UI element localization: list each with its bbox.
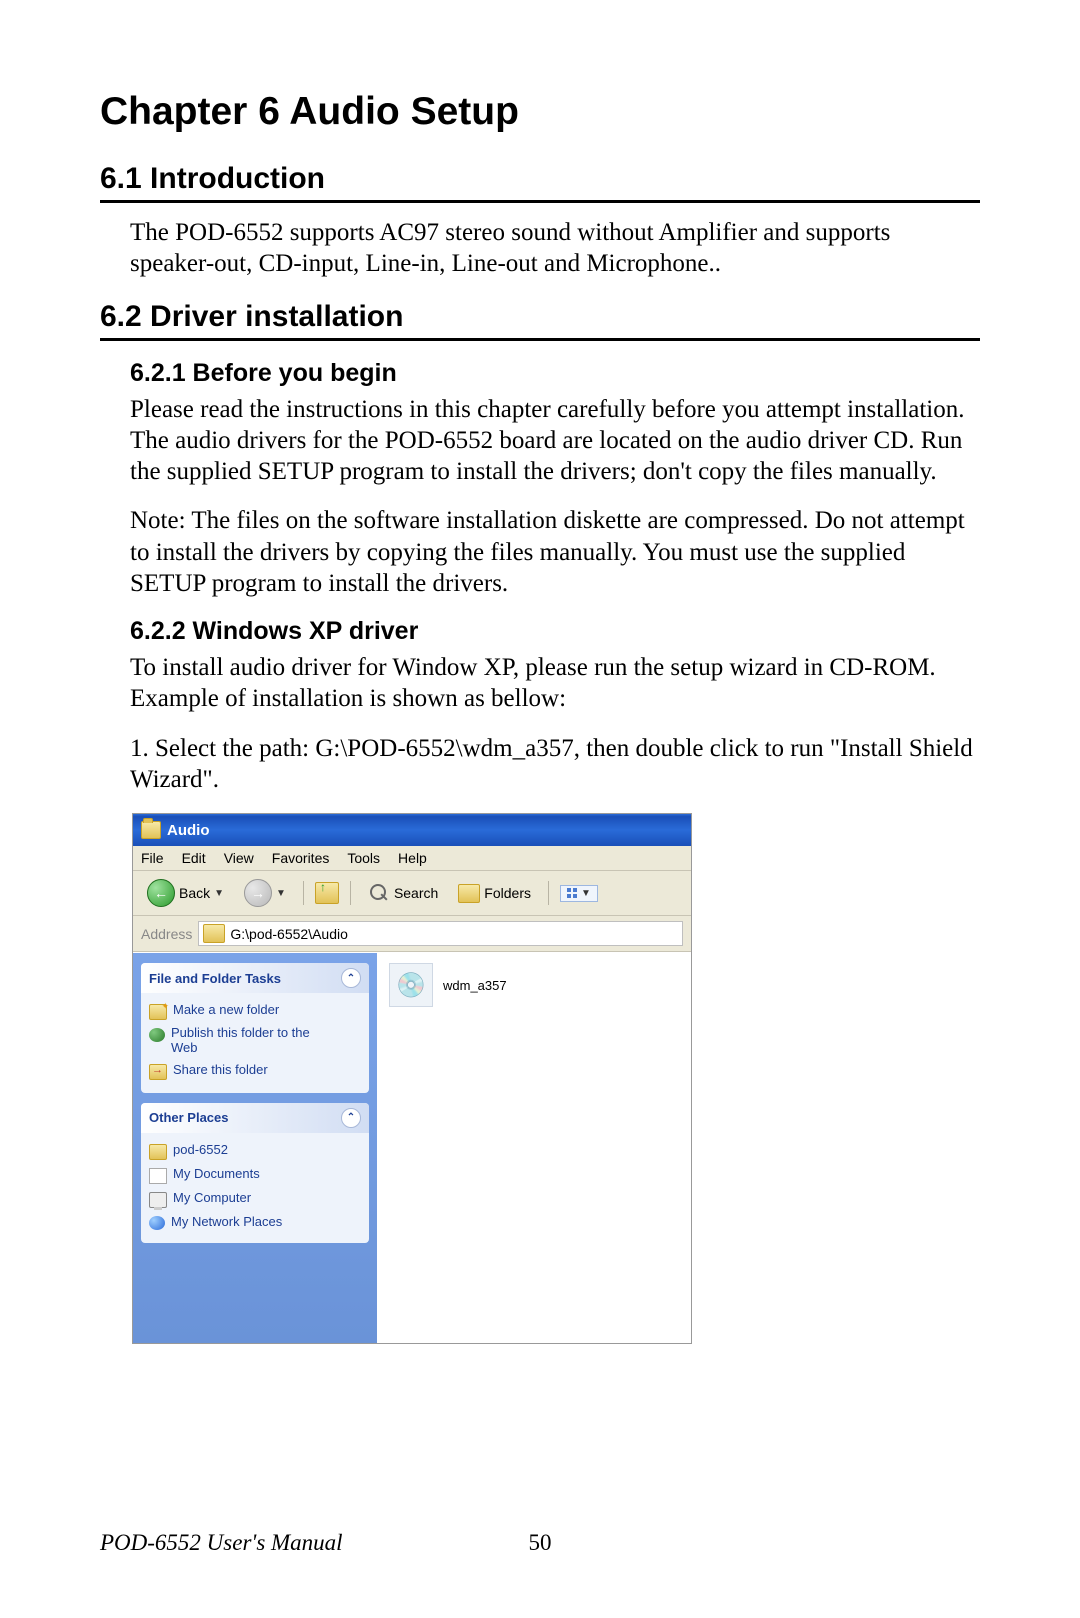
section-6-2-heading: 6.2 Driver installation: [100, 300, 980, 341]
place-my-computer[interactable]: My Computer: [149, 1187, 361, 1211]
chapter-title: Chapter 6 Audio Setup: [100, 90, 980, 134]
forward-arrow-icon: →: [244, 879, 272, 907]
forward-button[interactable]: → ▼: [238, 877, 292, 909]
subsection-6-2-1-para2: Note: The files on the software installa…: [130, 505, 980, 599]
place-pod-6552[interactable]: pod-6552: [149, 1139, 361, 1163]
subsection-6-2-2-heading: 6.2.2 Windows XP driver: [130, 617, 980, 646]
search-label: Search: [394, 885, 438, 901]
computer-icon: [149, 1192, 167, 1208]
page-number: 50: [529, 1530, 552, 1556]
folders-button[interactable]: Folders: [452, 882, 537, 905]
subsection-6-2-1-para1: Please read the instructions in this cha…: [130, 394, 980, 488]
xp-titlebar[interactable]: Audio: [133, 814, 691, 846]
back-label: Back: [179, 885, 210, 901]
footer-manual-name: POD-6552 User's Manual: [100, 1530, 343, 1556]
menu-view[interactable]: View: [224, 850, 254, 866]
toolbar-separator: [303, 881, 304, 905]
task-label: Make a new folder: [173, 1002, 279, 1017]
subsection-6-2-1-heading: 6.2.1 Before you begin: [130, 359, 980, 388]
menu-file[interactable]: File: [141, 850, 164, 866]
section-6-1-body: The POD-6552 supports AC97 stereo sound …: [130, 217, 980, 280]
file-label: wdm_a357: [443, 978, 507, 993]
collapse-icon[interactable]: ⌃: [341, 1108, 361, 1128]
publish-icon: [149, 1028, 165, 1042]
menu-tools[interactable]: Tools: [347, 850, 380, 866]
place-label: My Documents: [173, 1166, 260, 1181]
place-label: pod-6552: [173, 1142, 228, 1157]
place-my-network[interactable]: My Network Places: [149, 1211, 361, 1233]
back-button[interactable]: ← Back ▼: [141, 877, 230, 909]
menu-help[interactable]: Help: [398, 850, 427, 866]
chevron-down-icon: ▼: [276, 888, 286, 899]
subsection-6-2-2-para1: To install audio driver for Window XP, p…: [130, 652, 980, 715]
xp-toolbar: ← Back ▼ → ▼ Search Folders ▼: [133, 871, 691, 916]
folder-up-icon[interactable]: [315, 882, 339, 904]
task-label: Publish this folder to theWeb: [171, 1026, 310, 1056]
share-icon: [149, 1064, 167, 1080]
section-6-1-heading: 6.1 Introduction: [100, 162, 980, 203]
xp-explorer-window: Audio File Edit View Favorites Tools Hel…: [132, 813, 692, 1344]
place-my-documents[interactable]: My Documents: [149, 1163, 361, 1187]
panel-header[interactable]: File and Folder Tasks ⌃: [141, 963, 369, 993]
xp-address-bar: Address G:\pod-6552\Audio: [133, 916, 691, 952]
task-publish-folder[interactable]: Publish this folder to theWeb: [149, 1023, 361, 1059]
subsection-6-2-2-para2: 1. Select the path: G:\POD-6552\wdm_a357…: [130, 733, 980, 796]
folder-icon: [203, 924, 225, 943]
place-label: My Network Places: [171, 1214, 282, 1229]
toolbar-separator: [548, 881, 549, 905]
collapse-icon[interactable]: ⌃: [341, 968, 361, 988]
folder-icon: [458, 884, 480, 903]
file-wdm-a357[interactable]: 💿 wdm_a357: [389, 963, 679, 1007]
address-input[interactable]: G:\pod-6552\Audio: [198, 921, 683, 946]
folders-label: Folders: [484, 885, 531, 901]
back-arrow-icon: ←: [147, 879, 175, 907]
new-folder-icon: [149, 1004, 167, 1020]
network-icon: [149, 1216, 165, 1230]
panel-title: File and Folder Tasks: [149, 971, 281, 986]
chevron-down-icon: ▼: [581, 888, 591, 899]
address-path: G:\pod-6552\Audio: [230, 926, 348, 942]
search-button[interactable]: Search: [362, 880, 444, 906]
panel-other-places: Other Places ⌃ pod-6552 My Documents: [141, 1103, 369, 1243]
panel-title: Other Places: [149, 1110, 229, 1125]
panel-file-folder-tasks: File and Folder Tasks ⌃ Make a new folde…: [141, 963, 369, 1093]
document-icon: [149, 1168, 167, 1184]
xp-content-pane[interactable]: 💿 wdm_a357: [377, 953, 691, 1343]
task-share-folder[interactable]: Share this folder: [149, 1059, 361, 1083]
xp-title: Audio: [167, 822, 210, 839]
menu-edit[interactable]: Edit: [182, 850, 206, 866]
panel-header[interactable]: Other Places ⌃: [141, 1103, 369, 1133]
xp-body: File and Folder Tasks ⌃ Make a new folde…: [133, 952, 691, 1343]
xp-menubar: File Edit View Favorites Tools Help: [133, 846, 691, 871]
address-label: Address: [141, 926, 192, 942]
chevron-down-icon: ▼: [214, 888, 224, 899]
views-grid-icon: [567, 888, 577, 898]
folder-open-icon: [141, 821, 161, 839]
xp-sidebar: File and Folder Tasks ⌃ Make a new folde…: [133, 953, 377, 1343]
toolbar-separator: [350, 881, 351, 905]
search-icon: [368, 882, 390, 904]
place-label: My Computer: [173, 1190, 251, 1205]
task-label: Share this folder: [173, 1062, 268, 1077]
menu-favorites[interactable]: Favorites: [272, 850, 330, 866]
installer-icon: 💿: [389, 963, 433, 1007]
folder-icon: [149, 1144, 167, 1160]
views-button[interactable]: ▼: [560, 885, 598, 902]
task-make-new-folder[interactable]: Make a new folder: [149, 999, 361, 1023]
